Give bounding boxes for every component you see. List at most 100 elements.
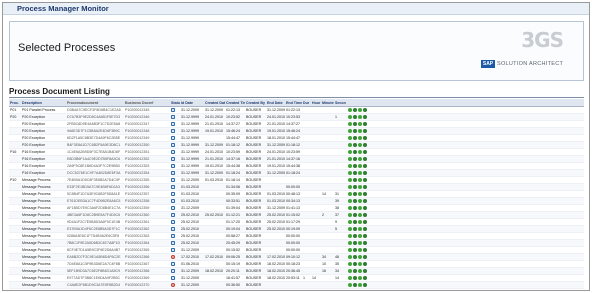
document-icon[interactable] (171, 262, 175, 266)
column-header[interactable]: Created By (245, 99, 266, 107)
column-header[interactable]: Processdocument (66, 99, 124, 107)
status-light-icon (348, 192, 352, 196)
table-cell: 01:18:24 (286, 171, 300, 175)
document-icon[interactable] (171, 185, 175, 189)
column-header[interactable]: Secon (334, 99, 346, 107)
table-row[interactable]: Message Process 7D4E8A1C5F9B3D6E2A7C4F8B P… (9, 261, 584, 268)
table-row[interactable]: Message Process E33F2E1BD5A7C9E4B8F6D2A3 P… (9, 184, 584, 191)
table-cell: 01:15:02 (286, 213, 300, 217)
column-header[interactable]: Created Time (225, 99, 245, 107)
document-icon[interactable] (171, 234, 175, 238)
table-row[interactable]: Message Process 5EF1B9D3A7C6E2F8B4D1A5C9 P… (9, 268, 584, 275)
table-row[interactable]: P01 P01 Parallel Process D3B4A7C5ECF3F8D6B… (9, 107, 584, 114)
table-cell: 25.02.2010 (267, 220, 285, 224)
table-row[interactable]: Message Process E977AD7F3B8C1E6D4A9F2B5C P… (9, 275, 584, 282)
column-header[interactable]: Proc. (9, 99, 21, 107)
table-row[interactable]: Message Process 9D4A1F2C7E5B8D3A6F9C1E4B P… (9, 219, 584, 226)
column-header[interactable]: Created Date (204, 99, 225, 107)
table-row[interactable]: P16 Exception E8D3B6F1A4C9E2D7B5F8A3C6 P10… (9, 156, 584, 163)
table-row[interactable]: Message Process 7B8C1F9E2A5D6B3C4E7A8F1D P… (9, 240, 584, 247)
table-cell: 16 (322, 269, 326, 273)
column-header[interactable]: End Date (266, 99, 285, 107)
document-icon[interactable] (171, 199, 175, 203)
table-cell: 31.12.2009 (181, 276, 199, 280)
table-cell: P10200012360 (125, 213, 150, 217)
table-row[interactable]: Message Process 4BE3A6F1D8C2B9E5A7F4D3C6 P… (9, 212, 584, 219)
status-light-icon (363, 213, 367, 217)
selected-processes-panel: Selected Processes 3GS SAP SOLUTION ARCH… (9, 21, 584, 81)
document-icon[interactable] (171, 276, 175, 280)
status-light-icon (348, 248, 352, 252)
document-icon[interactable] (171, 164, 175, 168)
document-icon[interactable] (171, 213, 175, 217)
table-row[interactable]: P20 Exception 9A6E3D7F1C5B8A2E4D6F3B9C P10… (9, 128, 584, 135)
document-icon[interactable] (171, 122, 175, 126)
table-row[interactable]: P16 Exception DCC5376E1C9F7A4B2D8E6F3A P10… (9, 170, 584, 177)
column-header[interactable]: Description (21, 99, 66, 107)
table-cell: 31.12.2009 (205, 108, 223, 112)
status-light-icon (348, 262, 352, 266)
table-row[interactable]: Message Process 5C8B4F1D7A3E9C6B2F5D8A1E P… (9, 191, 584, 198)
table-cell: Message Process (22, 241, 51, 245)
table-cell: 00:19:04 (226, 227, 240, 231)
column-header[interactable]: Id Date (180, 99, 204, 107)
table-cell: 00:19:09 (286, 227, 300, 231)
table-row[interactable]: P16 Exception 2A9F5C8E1B6D4A3F7C2E9B5D P10… (9, 163, 584, 170)
table-row[interactable]: P20 Exception 6D2F1A5C8B3E7D4A9F6C2B5E P10… (9, 135, 584, 142)
document-icon[interactable] (171, 241, 175, 245)
document-icon[interactable] (171, 227, 175, 231)
table-cell: P16 (10, 150, 17, 154)
table-cell: 14:37:16 (286, 157, 300, 161)
table-row[interactable]: P20 Exception 2FB5C8D9E4A6B3F1C7D2E5A8 P10… (9, 121, 584, 128)
table-cell: P10200012345 (125, 108, 150, 112)
table-row[interactable]: Message Process E761DEB3A1C7F4D9B2E8A6C5 P… (9, 198, 584, 205)
table-row[interactable]: P10 Message Process 7E4B9A1D5C8F3E6B2A7D4C… (9, 177, 584, 184)
column-header[interactable]: End Time (285, 99, 302, 107)
column-header[interactable]: Hour (311, 99, 321, 107)
document-icon[interactable] (171, 136, 175, 140)
document-icon[interactable] (171, 108, 175, 112)
column-header[interactable]: Business Docref (124, 99, 170, 107)
table-row[interactable]: Message Process AF1B5D7E9C3A6F2D8B4E1C7A P… (9, 205, 584, 212)
table-row[interactable]: Message Process E37B9A1D4F6C2E8B5A3D7F1C P… (9, 226, 584, 233)
table-cell: P10200012362 (125, 227, 150, 231)
document-icon[interactable] (171, 206, 175, 210)
document-icon[interactable] (171, 248, 175, 252)
table-cell: BOUSER (246, 192, 262, 196)
document-icon[interactable] (171, 220, 175, 224)
column-header[interactable]: Minutes (321, 99, 334, 107)
table-cell: P10200012369 (125, 276, 150, 280)
table-row[interactable]: P20 Exception B4F3E8A1D7C6B2F5A9E3D8C1 P10… (9, 142, 584, 149)
table-cell: 17.02.2010 (267, 255, 285, 259)
table-cell: 01.03.2010 (181, 192, 199, 196)
document-icon[interactable] (171, 157, 175, 161)
table-cell: P01 Parallel Process (22, 108, 56, 112)
document-icon[interactable] (171, 115, 175, 119)
status-light-icon (363, 227, 367, 231)
table-cell: 17.02.2010 (205, 255, 223, 259)
warning-icon[interactable] (171, 255, 175, 259)
table-row[interactable]: P16 P16 Exception 1C4E6A2B9D5F3C7E8A1B4D6F… (9, 149, 584, 156)
document-icon[interactable] (171, 129, 175, 133)
status-light-icon (358, 122, 362, 126)
table-row[interactable]: Message Process 0286A3E8C1F7D4B9A2E6C5F8 P… (9, 233, 584, 240)
table-row[interactable]: Message Process C4A8E2F6B1D9C3A7E5F8B2D4 P… (9, 282, 584, 289)
table-cell: 31.12.2009 (205, 143, 223, 147)
table-cell: D7A7B3F9E2D8C4A6B1F5E7D3 (67, 115, 121, 119)
warning-icon[interactable] (171, 283, 175, 287)
column-header[interactable]: Dur (302, 99, 311, 107)
document-icon[interactable] (171, 192, 175, 196)
column-header[interactable]: Status (170, 99, 180, 107)
table-cell: 15:44:38 (226, 164, 240, 168)
table-row[interactable]: P20 P20 Exception D7A7B3F9E2D8C4A6B1F5E7D3… (9, 114, 584, 121)
table-cell: Message Process (22, 178, 51, 182)
document-icon[interactable] (171, 171, 175, 175)
table-row[interactable]: Message Process EA6B2D7F3C9E1A5B8D4F6C2E P… (9, 254, 584, 261)
document-icon[interactable] (171, 150, 175, 154)
table-cell: 9 (335, 220, 337, 224)
table-row[interactable]: Message Process 8CF4E7D1A5B9C3F6E2D8A4B7 P… (9, 247, 584, 254)
document-icon[interactable] (171, 143, 175, 147)
document-icon[interactable] (171, 269, 175, 273)
document-icon[interactable] (171, 178, 175, 182)
table-cell: BOUSER (246, 227, 262, 231)
